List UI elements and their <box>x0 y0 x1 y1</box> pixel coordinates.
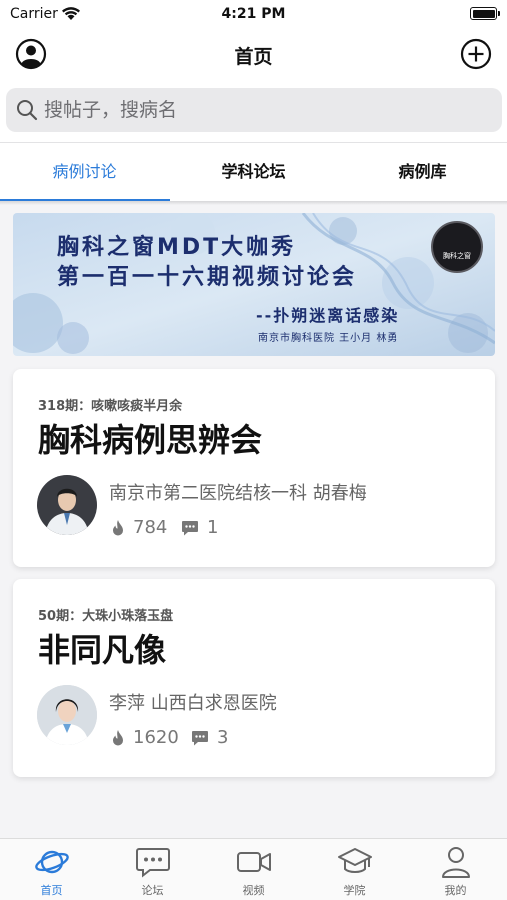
case-title: 胸科病例思辨会 <box>38 421 263 459</box>
person-icon <box>442 847 470 878</box>
tabbar-academy[interactable]: 学院 <box>304 839 405 900</box>
author-avatar <box>37 685 97 745</box>
tab-case-library[interactable]: 病例库 <box>338 143 507 201</box>
tabs-divider <box>0 201 507 205</box>
promo-banner[interactable]: 胸科之窗MDT大咖秀 第一百一十六期视频讨论会 --扑朔迷离话感染 南京市胸科医… <box>13 213 495 356</box>
bottom-tab-bar: 首页 论坛 视频 学院 我的 <box>0 838 507 900</box>
tabbar-forum[interactable]: 论坛 <box>102 839 203 900</box>
tabbar-label: 首页 <box>40 884 63 897</box>
banner-title-line2: 第一百一十六期视频讨论会 <box>57 265 358 290</box>
tabbar-me[interactable]: 我的 <box>405 839 506 900</box>
chat-icon <box>136 848 170 878</box>
view-count: 784 <box>133 517 168 538</box>
case-card[interactable]: 50期：大珠小珠落玉盘 非同凡像 李萍 山西白求恩医院 1620 3 <box>13 579 495 777</box>
banner-logo-text: 胸科之窗 <box>443 252 471 260</box>
comment-count: 1 <box>207 517 219 538</box>
planet-icon <box>35 850 69 874</box>
search-icon <box>17 100 38 121</box>
author-avatar <box>37 475 97 535</box>
tabbar-label: 学院 <box>343 884 366 897</box>
view-count: 1620 <box>133 727 179 748</box>
tabbar-label: 我的 <box>444 884 467 897</box>
segment-tabs: 病例讨论 学科论坛 病例库 <box>0 142 507 202</box>
case-author: 李萍 山西白求恩医院 <box>109 693 277 714</box>
tab-case-discussion[interactable]: 病例讨论 <box>0 143 169 201</box>
graduation-cap-icon <box>338 848 372 873</box>
case-title: 非同凡像 <box>38 631 167 669</box>
clock: 4:21 PM <box>221 6 286 22</box>
comment-count: 3 <box>217 727 229 748</box>
search-container <box>0 80 507 142</box>
tabbar-label: 论坛 <box>141 884 164 897</box>
nav-bar: 首页 <box>0 30 507 80</box>
video-icon <box>237 852 271 872</box>
case-author: 南京市第二医院结核一科 胡春梅 <box>109 483 367 504</box>
banner-subtitle: --扑朔迷离话感染 <box>256 306 400 325</box>
tabbar-video[interactable]: 视频 <box>203 839 304 900</box>
search-input[interactable] <box>44 88 484 132</box>
banner-logo: 胸科之窗 <box>431 221 483 273</box>
case-episode: 318期：咳嗽咳痰半月余 <box>38 399 183 414</box>
tabbar-label: 视频 <box>242 884 265 897</box>
status-bar: Carrier 4:21 PM <box>0 0 507 30</box>
comment-icon <box>182 521 198 536</box>
tab-subject-forum[interactable]: 学科论坛 <box>169 143 338 201</box>
add-circle-icon[interactable] <box>460 38 492 70</box>
comment-icon <box>192 731 208 746</box>
case-card[interactable]: 318期：咳嗽咳痰半月余 胸科病例思辨会 南京市第二医院结核一科 胡春梅 784… <box>13 369 495 567</box>
battery-icon <box>470 7 500 20</box>
flame-icon <box>113 520 123 536</box>
case-episode: 50期：大珠小珠落玉盘 <box>38 609 174 624</box>
banner-title-line1: 胸科之窗MDT大咖秀 <box>57 235 297 260</box>
page-title: 首页 <box>234 46 273 68</box>
tabbar-home[interactable]: 首页 <box>1 839 102 900</box>
flame-icon <box>113 730 123 746</box>
banner-presenters: 南京市胸科医院 王小月 林勇 <box>258 333 399 344</box>
search-bar[interactable] <box>6 88 502 132</box>
